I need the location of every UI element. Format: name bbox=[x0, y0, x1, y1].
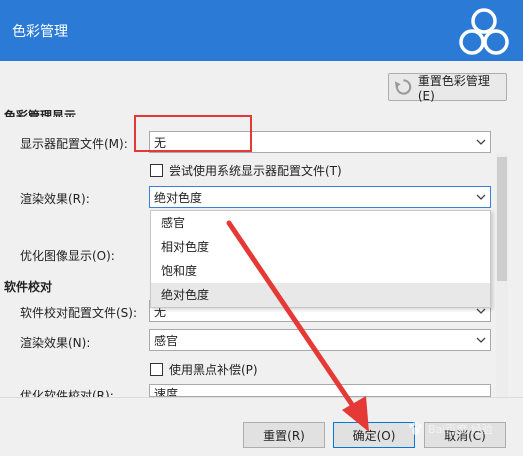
ok-button[interactable]: 确定(O) bbox=[333, 422, 415, 448]
window-title: 色彩管理 bbox=[12, 24, 68, 40]
app-logo-icon bbox=[459, 8, 509, 55]
black-point-label: 使用黑点补偿(P) bbox=[169, 363, 258, 377]
watermark: Bai百度 经验 bbox=[408, 421, 493, 437]
try-system-profile-label: 尝试使用系统显示器配置文件(T) bbox=[169, 164, 342, 178]
chevron-down-icon bbox=[472, 132, 490, 152]
watermark-text: Bai百度 经验 bbox=[428, 423, 493, 436]
dropdown-option[interactable]: 感官 bbox=[151, 211, 490, 235]
black-point-checkbox[interactable]: 使用黑点补偿(P) bbox=[150, 361, 258, 378]
proof-rendering-intent-label: 渲染效果(N): bbox=[20, 336, 91, 350]
display-profile-value: 无 bbox=[154, 135, 167, 150]
checkbox-box bbox=[150, 164, 163, 177]
try-system-profile-checkbox[interactable]: 尝试使用系统显示器配置文件(T) bbox=[150, 162, 342, 179]
dropdown-option[interactable]: 饱和度 bbox=[151, 259, 490, 283]
reset-button[interactable]: 重置(R) bbox=[243, 422, 325, 448]
optimize-proof-label: 优化软件校对(R): bbox=[20, 389, 114, 397]
display-profile-label: 显示器配置文件(M): bbox=[20, 137, 128, 151]
rendering-intent-dropdown-list[interactable]: 感官 相对色度 饱和度 绝对色度 bbox=[150, 210, 491, 308]
proof-profile-label: 软件校对配置文件(S): bbox=[20, 306, 138, 320]
section-title-color-display: 色彩管理显示 bbox=[4, 109, 77, 117]
section-title-soft-proofing: 软件校对 bbox=[4, 280, 53, 294]
chevron-down-icon bbox=[472, 330, 490, 350]
dropdown-option-selected[interactable]: 绝对色度 bbox=[151, 283, 490, 307]
paw-icon bbox=[409, 422, 422, 435]
reset-icon bbox=[394, 79, 412, 95]
rendering-intent-select[interactable]: 绝对色度 bbox=[149, 186, 491, 208]
optimize-display-label: 优化图像显示(O): bbox=[20, 249, 115, 263]
optimize-proof-select[interactable]: 速度 bbox=[149, 384, 491, 397]
dropdown-option[interactable]: 相对色度 bbox=[151, 235, 490, 259]
dialog-body: 重置色彩管理(E) 色彩管理显示 显示器配置文件(M): 无 尝试使用系统显示器… bbox=[0, 61, 523, 456]
optimize-proof-value: 速度 bbox=[154, 387, 179, 397]
chevron-down-icon bbox=[472, 187, 490, 207]
proof-rendering-intent-value: 感官 bbox=[154, 333, 179, 348]
proof-rendering-intent-select[interactable]: 感官 bbox=[149, 329, 491, 351]
scrollbar-thumb[interactable] bbox=[497, 157, 507, 281]
rendering-intent-label: 渲染效果(R): bbox=[20, 192, 90, 206]
reset-color-management-label: 重置色彩管理(E) bbox=[417, 73, 490, 103]
display-profile-select[interactable]: 无 bbox=[149, 131, 491, 153]
divider bbox=[0, 397, 523, 398]
reset-color-management-button[interactable]: 重置色彩管理(E) bbox=[388, 73, 507, 103]
rendering-intent-value: 绝对色度 bbox=[154, 190, 203, 205]
title-bar: 色彩管理 bbox=[0, 0, 523, 61]
checkbox-box bbox=[150, 363, 163, 376]
